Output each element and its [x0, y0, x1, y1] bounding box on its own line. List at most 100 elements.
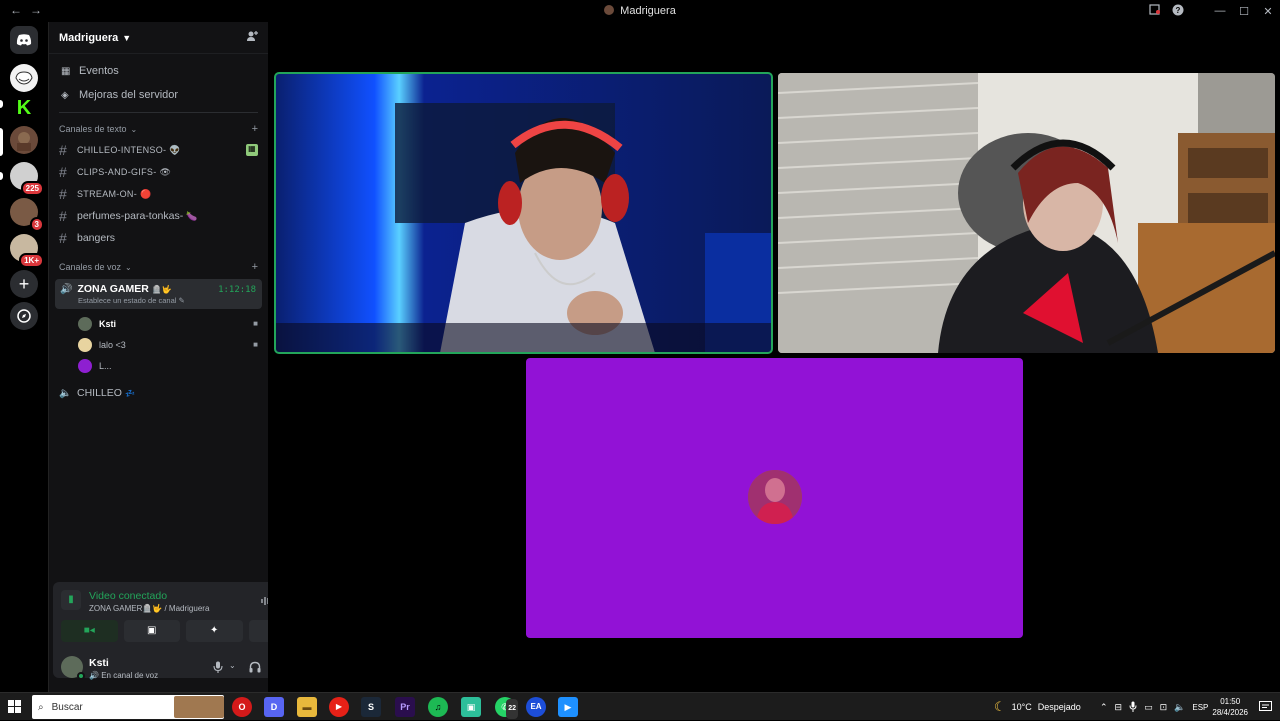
camera-button[interactable]: ■◂ [61, 620, 118, 642]
steam-icon[interactable]: S [361, 697, 381, 717]
voice-user[interactable]: L... [49, 355, 268, 376]
close-icon[interactable]: ✕ [1256, 5, 1280, 18]
window-controls: ? — ☐ ✕ [1142, 0, 1280, 22]
mention-badge: 3 [29, 217, 44, 232]
category-text-channels[interactable]: Canales de texto ⌄ + [49, 119, 268, 139]
battery-icon[interactable]: ▭ [1144, 702, 1153, 713]
menu-server-boost[interactable]: ◈ Mejoras del servidor [49, 84, 268, 106]
usb-icon[interactable]: ⊟ [1115, 702, 1123, 713]
category-label: Canales de texto [59, 124, 127, 134]
invite-people-icon[interactable] [246, 30, 258, 45]
video-tile-l[interactable] [526, 358, 1023, 638]
channel-clips-and-gifs[interactable]: # CLIPS-AND-GIFS- 👁 [49, 161, 268, 183]
avatar [748, 470, 802, 524]
app-icon[interactable]: ▣ [461, 697, 481, 717]
taskbar-search-box[interactable]: ⌕ Buscar [32, 695, 224, 719]
opera-icon[interactable]: O [232, 697, 252, 717]
whatsapp-icon[interactable]: ✆ 22 [495, 697, 518, 719]
mention-badge: 225 [20, 181, 44, 196]
channel-sidebar: Madriguera ▼ ▦ Eventos ◈ Mejoras del ser… [48, 22, 313, 692]
connection-channel[interactable]: ZONA GAMER🪦🤟 / Madriguera [89, 604, 209, 613]
hash-icon: # [59, 208, 67, 224]
hash-icon: # [59, 142, 68, 158]
boost-icon: ◈ [61, 89, 69, 101]
channel-stream-on[interactable]: # STREAM-ON- 🔴 [49, 183, 268, 205]
connection-status[interactable]: Video conectado [89, 590, 167, 602]
channel-emoji: 🪦🤟 [151, 284, 172, 294]
user-status: 🔊 En canal de voz [89, 671, 158, 680]
volume-icon[interactable]: 🔈 [1174, 702, 1185, 713]
discord-taskbar-icon[interactable]: D [264, 697, 284, 717]
network-icon[interactable]: ⊡ [1160, 702, 1168, 713]
discover-icon[interactable] [10, 302, 38, 330]
ea-icon[interactable]: EA [526, 697, 546, 717]
help-icon[interactable]: ? [1166, 4, 1190, 19]
weather-temp: 10°C [1011, 702, 1032, 712]
voice-channel-zona-gamer[interactable]: 🔊 ZONA GAMER 🪦🤟 1:12:18 Establece un est… [55, 279, 262, 309]
hash-icon: # [59, 186, 68, 202]
youtube-icon[interactable]: ▶ [329, 697, 349, 717]
create-channel-icon[interactable]: + [252, 123, 258, 135]
screen-share-button[interactable]: ▣ [123, 620, 180, 642]
windows-start-icon[interactable] [8, 700, 21, 713]
channel-label: perfumes-para-tonkas- [77, 210, 184, 222]
minimize-icon[interactable]: — [1208, 5, 1232, 17]
server-header[interactable]: Madriguera ▼ [49, 22, 268, 54]
maximize-icon[interactable]: ☐ [1232, 5, 1256, 18]
channel-emoji: 👁 [159, 166, 172, 177]
voice-user-name: lalo <3 [99, 339, 126, 350]
microphone-icon[interactable] [1129, 701, 1137, 714]
voice-user[interactable]: lalo <3 ■ [49, 334, 268, 355]
server-icon[interactable]: 1K+ [10, 234, 44, 268]
add-server-icon[interactable]: + [10, 270, 38, 298]
troll-face-icon[interactable] [10, 64, 38, 92]
user-name[interactable]: Ksti [89, 657, 109, 669]
clock-time: 01:50 [1220, 697, 1241, 706]
headphones-icon[interactable] [249, 661, 261, 676]
server-icon [604, 5, 615, 15]
server-icon[interactable]: 3 [10, 198, 44, 232]
language-indicator[interactable]: ESP [1192, 703, 1208, 712]
search-highlight-image [174, 696, 224, 718]
channel-label: CHILLEO-INTENSO- [77, 145, 167, 155]
channel-bangers[interactable]: # bangers [49, 227, 268, 249]
inbox-icon[interactable] [1142, 4, 1166, 18]
channel-emoji: 🍆 [186, 210, 198, 221]
category-voice-channels[interactable]: Canales de voz ⌄ + [49, 257, 268, 277]
channel-perfumes-para-tonkas[interactable]: # perfumes-para-tonkas- 🍆 [49, 205, 268, 227]
chevron-up-icon[interactable]: ⌃ [1100, 702, 1108, 713]
create-channel-icon[interactable]: + [252, 261, 258, 273]
notification-badge: 22 [506, 699, 518, 719]
channel-label: bangers [77, 232, 115, 244]
signal-icon: ▮ [61, 590, 81, 610]
voice-user[interactable]: Ksti ■ [49, 313, 268, 334]
premiere-icon[interactable]: Pr [395, 697, 415, 717]
chevron-down-icon: ⌄ [130, 124, 138, 134]
server-list: K 225 3 1K+ + [0, 22, 48, 692]
video-tile-lalo[interactable] [778, 73, 1275, 353]
chevron-down-icon[interactable]: ⌄ [229, 661, 236, 670]
active-server-pill [0, 128, 3, 156]
channel-emoji: 🔴 [140, 188, 152, 199]
weather-widget[interactable]: ☾ 10°C Despejado [994, 693, 1081, 721]
voice-channel-chilleo[interactable]: 🔈 CHILLEO 💤 [49, 382, 268, 404]
menu-events[interactable]: ▦ Eventos [49, 60, 268, 82]
clock[interactable]: 01:50 28/4/2026 [1212, 696, 1248, 718]
video-tile-ksti[interactable] [274, 72, 773, 354]
calendar-icon: ▦ [61, 65, 71, 77]
microphone-icon[interactable] [213, 661, 223, 676]
file-explorer-icon[interactable]: ▬ [297, 697, 317, 717]
app-icon[interactable]: ▶ [558, 697, 578, 717]
notifications-icon[interactable] [1259, 700, 1272, 712]
spotify-icon[interactable]: ♫ [428, 697, 448, 717]
channel-chilleo-intenso[interactable]: # CHILLEO-INTENSO- 👽 ▦ [49, 139, 268, 161]
channel-status-input[interactable]: Establece un estado de canal ✎ [60, 296, 257, 305]
discord-icon[interactable] [10, 26, 38, 54]
server-madriguera-icon[interactable] [10, 126, 38, 154]
system-tray: ⌃ ⊟ ▭ ⊡ 🔈 ESP [1100, 693, 1208, 721]
server-icon[interactable]: 225 [10, 162, 44, 196]
voice-user-name: L... [99, 360, 112, 371]
unread-indicator [0, 100, 3, 108]
kick-icon[interactable]: K [10, 94, 38, 122]
activities-button[interactable]: ✦ [186, 620, 243, 642]
